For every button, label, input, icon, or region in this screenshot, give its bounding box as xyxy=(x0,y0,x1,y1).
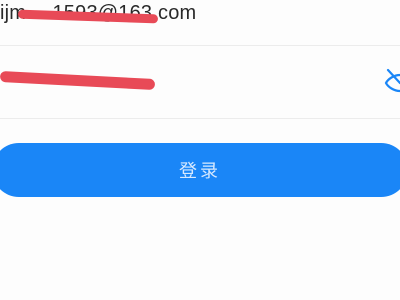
login-page: ijm··· 1593@163.com 登录 xyxy=(0,0,400,300)
login-button[interactable]: 登录 xyxy=(0,143,400,197)
email-field[interactable]: ijm··· 1593@163.com xyxy=(0,0,400,46)
password-field[interactable] xyxy=(0,47,400,119)
eye-slash-icon[interactable] xyxy=(382,67,400,95)
